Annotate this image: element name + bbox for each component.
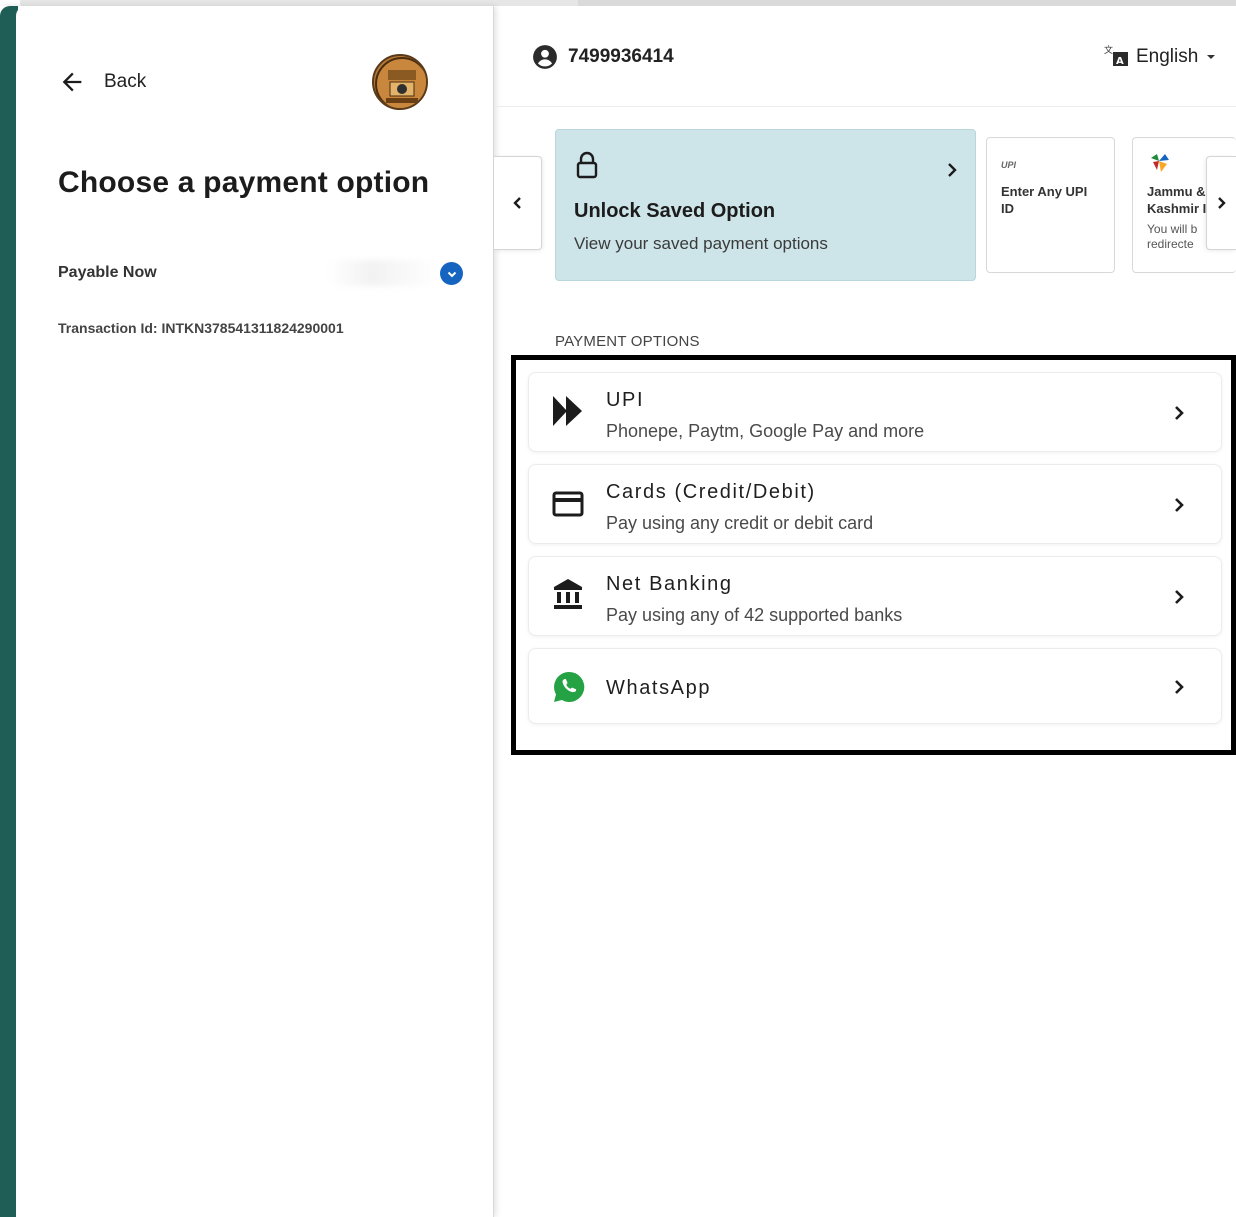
payment-option-subtitle: Phonepe, Paytm, Google Pay and more [606, 421, 925, 441]
payment-option-subtitle: Pay using any credit or debit card [606, 513, 874, 533]
payment-option-title: UPI [606, 389, 645, 411]
payment-option-title: WhatsApp [606, 677, 712, 699]
payable-amount-redacted [328, 260, 438, 286]
bank-icon [554, 579, 582, 609]
payment-option-whatsapp[interactable]: WhatsApp [528, 648, 1222, 724]
chevron-down-icon [447, 271, 456, 277]
saved-option-subtitle: View your saved payment options [574, 234, 828, 253]
back-label: Back [104, 71, 147, 92]
enter-upi-id-card[interactable]: UPI Enter Any UPI ID [986, 137, 1115, 273]
jk-bank-title-line2: Kashmir I [1147, 201, 1207, 216]
carousel-prev-button[interactable] [494, 156, 542, 250]
language-label: English [1136, 46, 1199, 67]
payment-option-cards[interactable]: Cards (Credit/Debit) Pay using any credi… [528, 464, 1222, 544]
jk-bank-title-line1: Jammu & [1147, 184, 1206, 199]
enter-upi-id-line1: Enter Any UPI [1001, 184, 1088, 199]
payment-option-upi[interactable]: UPI Phonepe, Paytm, Google Pay and more [528, 372, 1222, 452]
saved-option-card[interactable]: Unlock Saved Option View your saved paym… [555, 129, 976, 281]
transaction-id: Transaction Id: INTKN378541311824290001 [58, 320, 344, 336]
back-button[interactable]: Back [58, 68, 146, 96]
top-strip-right [578, 0, 1236, 6]
user-account-icon [533, 45, 557, 69]
jk-bank-sub-line2: redirecte [1147, 237, 1194, 251]
jk-bank-sub-line1: You will b [1147, 222, 1198, 236]
lock-icon [576, 151, 598, 179]
chevron-right-icon [1175, 590, 1184, 604]
jk-bank-title: Jammu & Kashmir I [1147, 183, 1206, 217]
enter-upi-id-line2: ID [1001, 201, 1014, 216]
enter-upi-id-title: Enter Any UPI ID [1001, 183, 1087, 217]
user-info: 7499936414 [532, 44, 674, 70]
payment-option-net-banking[interactable]: Net Banking Pay using any of 42 supporte… [528, 556, 1222, 636]
chevron-right-icon [1175, 498, 1184, 512]
upi-logo: UPI [1001, 160, 1017, 170]
payment-option-title: Net Banking [606, 573, 733, 595]
card-icon [552, 491, 584, 517]
payable-label: Payable Now [58, 264, 157, 281]
double-chevron-icon [553, 396, 582, 426]
chevron-right-icon [1175, 680, 1184, 694]
page-title: Choose a payment option [58, 166, 430, 199]
caret-down-icon [1207, 55, 1216, 59]
chevron-left-icon [512, 197, 521, 209]
header-divider [494, 106, 1236, 107]
chevron-right-icon [948, 163, 957, 177]
merchant-logo [372, 54, 428, 110]
user-phone: 7499936414 [568, 46, 674, 67]
arrow-left-icon [62, 72, 82, 92]
chevron-right-icon [1175, 406, 1184, 420]
jk-bank-subtitle: You will b redirecte [1147, 222, 1197, 252]
translate-icon: 文 A [1104, 44, 1130, 70]
payable-expand-toggle[interactable] [440, 262, 463, 285]
language-selector[interactable]: 文 A English [1104, 44, 1218, 70]
payable-row: Payable Now [58, 260, 468, 286]
svg-text:文: 文 [1104, 44, 1113, 56]
payment-option-title: Cards (Credit/Debit) [606, 481, 816, 503]
whatsapp-icon [554, 671, 585, 702]
chevron-right-icon [1217, 197, 1226, 209]
payment-options-heading: PAYMENT OPTIONS [555, 333, 700, 350]
carousel-next-button[interactable] [1206, 156, 1236, 250]
svg-text:A: A [1116, 56, 1124, 67]
payment-option-subtitle: Pay using any of 42 supported banks [606, 605, 903, 625]
jk-bank-logo [1151, 154, 1169, 172]
saved-option-title: Unlock Saved Option [574, 200, 776, 222]
